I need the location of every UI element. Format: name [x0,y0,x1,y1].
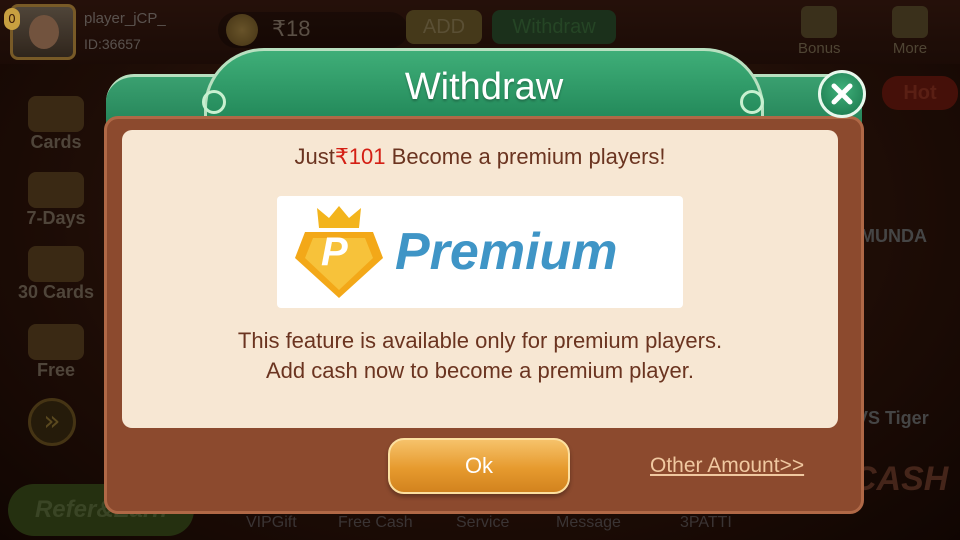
ok-button[interactable]: Ok [388,438,570,494]
close-x-icon [831,83,853,105]
description-line-1: This feature is available only for premi… [237,328,723,353]
dialog-content-panel: Just₹101 Become a premium players! P Pre… [122,130,838,428]
headline-prefix: Just [294,144,335,169]
premium-logo-letter: P [321,230,348,274]
withdraw-dialog: Withdraw Just₹101 Become a premium playe… [104,48,866,514]
premium-headline: Just₹101 Become a premium players! [122,144,838,170]
other-amount-link[interactable]: Other Amount>> [650,454,804,478]
headline-suffix: Become a premium players! [391,144,666,169]
close-button[interactable] [818,70,866,118]
premium-price: ₹101 [334,144,386,169]
dialog-title: Withdraw [404,66,564,108]
premium-logo: P Premium [277,196,683,308]
description-line-2: Add cash now to become a premium player. [265,358,694,383]
vip-badge: 0 [4,8,20,30]
premium-logo-text: Premium [395,223,618,281]
